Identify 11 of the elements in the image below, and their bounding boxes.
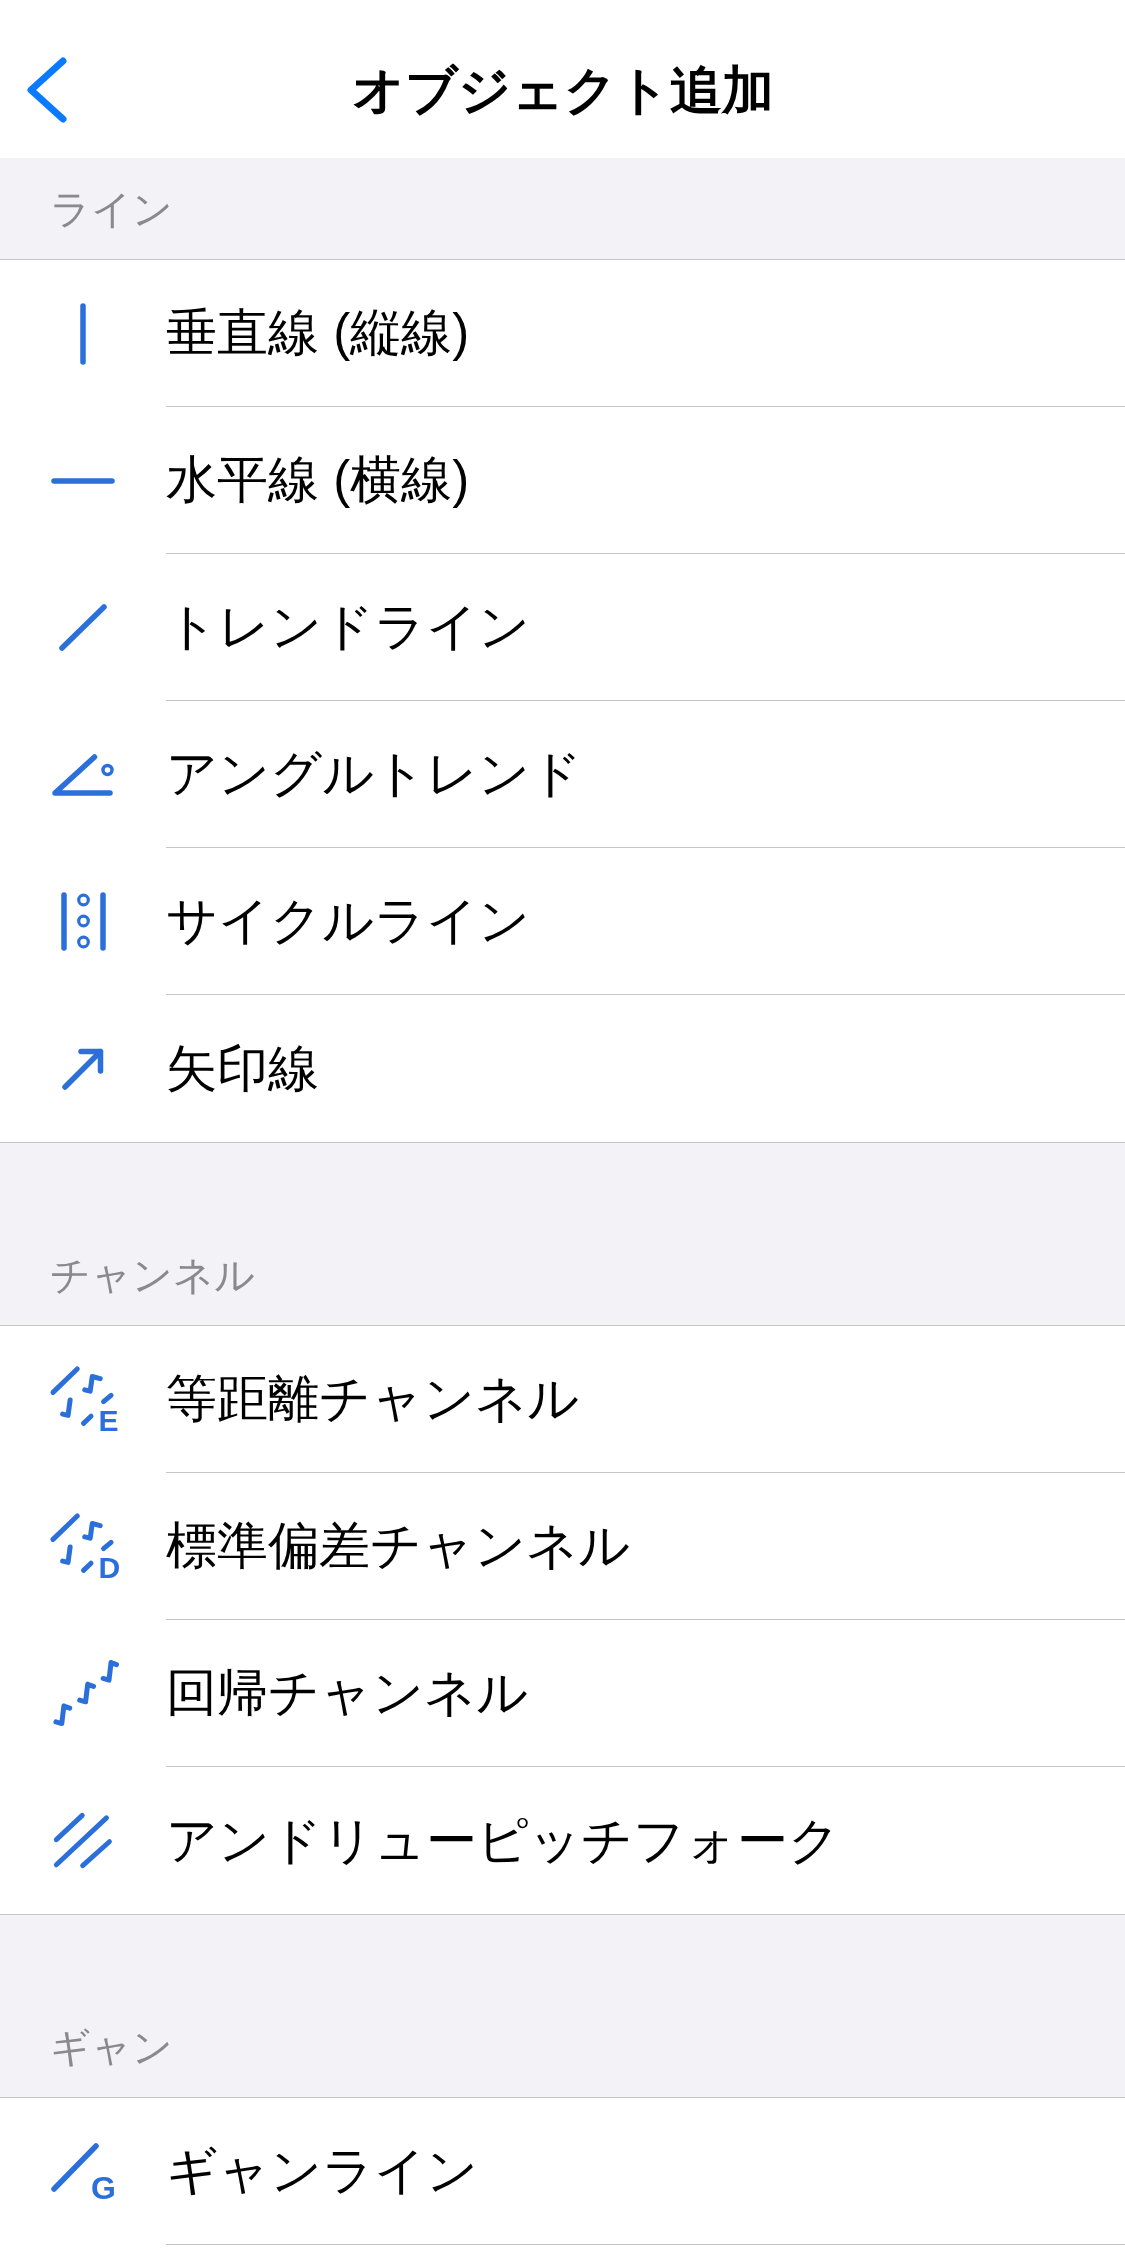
arrow-up-right-icon bbox=[62, 1047, 104, 1090]
section-header: チャンネル bbox=[50, 1251, 255, 1299]
angle-icon bbox=[52, 752, 114, 797]
section-header: ギャン bbox=[50, 2023, 173, 2071]
horizontal-line-icon bbox=[51, 475, 115, 486]
page-title: オブジェクト追加 bbox=[351, 59, 774, 121]
diagonal-line-icon bbox=[59, 604, 107, 651]
lines-with-circles-icon bbox=[60, 892, 106, 951]
vertical-line-icon bbox=[78, 302, 88, 365]
chevron-left-icon bbox=[26, 57, 68, 123]
section-header: ライン bbox=[50, 185, 173, 233]
